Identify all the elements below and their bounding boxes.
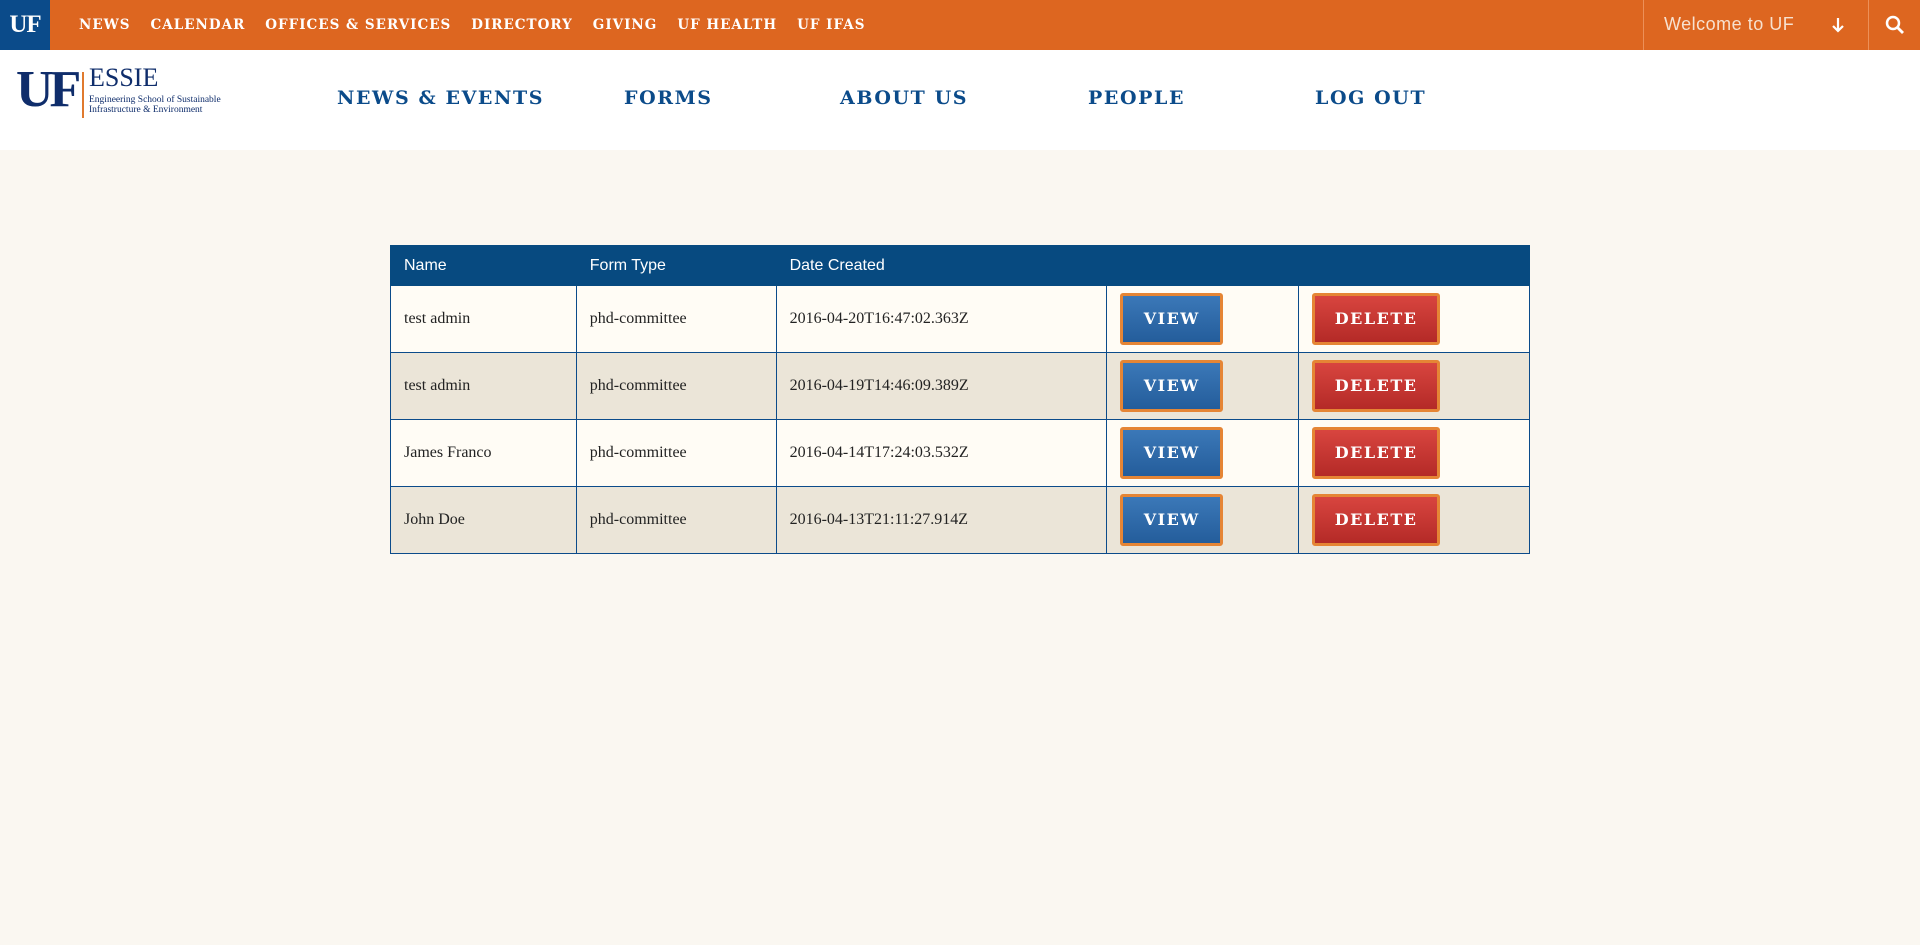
nav-log-out[interactable]: LOG OUT bbox=[1315, 87, 1426, 109]
cell-view: VIEW bbox=[1106, 352, 1300, 420]
delete-button[interactable]: DELETE bbox=[1312, 293, 1441, 345]
essie-logo[interactable]: UF ESSIE Engineering School of Sustainab… bbox=[16, 64, 226, 122]
forms-table: Name Form Type Date Created test admin p… bbox=[390, 245, 1530, 554]
cell-form-type: phd-committee bbox=[575, 486, 777, 554]
cell-delete: DELETE bbox=[1298, 419, 1530, 487]
cell-delete: DELETE bbox=[1298, 352, 1530, 420]
column-header-date-created: Date Created bbox=[775, 245, 1108, 286]
cell-view: VIEW bbox=[1106, 419, 1300, 487]
column-header-form-type: Form Type bbox=[575, 245, 777, 286]
view-button[interactable]: VIEW bbox=[1120, 360, 1224, 412]
top-nav-news[interactable]: NEWS bbox=[79, 17, 131, 33]
cell-name: James Franco bbox=[390, 419, 577, 487]
table-row: test admin phd-committee 2016-04-20T16:4… bbox=[390, 285, 1530, 353]
search-button[interactable] bbox=[1870, 0, 1920, 50]
cell-name: test admin bbox=[390, 285, 577, 353]
logo-subtitle: Engineering School of Sustainable Infras… bbox=[89, 95, 221, 115]
column-header-name: Name bbox=[390, 245, 577, 286]
nav-people[interactable]: PEOPLE bbox=[1088, 87, 1185, 109]
table-row: James Franco phd-committee 2016-04-14T17… bbox=[390, 419, 1530, 487]
column-header-delete bbox=[1298, 245, 1530, 286]
top-nav: NEWS CALENDAR OFFICES & SERVICES DIRECTO… bbox=[79, 0, 885, 50]
nav-forms[interactable]: FORMS bbox=[624, 87, 713, 109]
cell-delete: DELETE bbox=[1298, 486, 1530, 554]
cell-date-created: 2016-04-13T21:11:27.914Z bbox=[775, 486, 1108, 554]
top-nav-uf-ifas[interactable]: UF IFAS bbox=[797, 17, 865, 33]
top-nav-directory[interactable]: DIRECTORY bbox=[471, 17, 573, 33]
nav-news-events[interactable]: NEWS & EVENTS bbox=[337, 87, 544, 109]
site-header: UF ESSIE Engineering School of Sustainab… bbox=[0, 50, 1920, 150]
table-row: test admin phd-committee 2016-04-19T14:4… bbox=[390, 352, 1530, 420]
cell-date-created: 2016-04-20T16:47:02.363Z bbox=[775, 285, 1108, 353]
cell-form-type: phd-committee bbox=[575, 285, 777, 353]
top-nav-uf-health[interactable]: UF HEALTH bbox=[677, 17, 777, 33]
cell-name: John Doe bbox=[390, 486, 577, 554]
delete-button[interactable]: DELETE bbox=[1312, 494, 1441, 546]
cell-name: test admin bbox=[390, 352, 577, 420]
delete-button[interactable]: DELETE bbox=[1312, 360, 1441, 412]
welcome-label: Welcome to UF bbox=[1664, 14, 1795, 34]
cell-date-created: 2016-04-19T14:46:09.389Z bbox=[775, 352, 1108, 420]
top-nav-offices-services[interactable]: OFFICES & SERVICES bbox=[265, 17, 451, 33]
top-nav-giving[interactable]: GIVING bbox=[593, 17, 658, 33]
logo-subtitle-line2: Infrastructure & Environment bbox=[89, 105, 203, 115]
top-bar: UF NEWS CALENDAR OFFICES & SERVICES DIRE… bbox=[0, 0, 1920, 50]
column-header-view bbox=[1106, 245, 1300, 286]
cell-form-type: phd-committee bbox=[575, 419, 777, 487]
search-icon bbox=[1885, 15, 1904, 34]
cell-view: VIEW bbox=[1106, 486, 1300, 554]
cell-delete: DELETE bbox=[1298, 285, 1530, 353]
view-button[interactable]: VIEW bbox=[1120, 293, 1224, 345]
cell-form-type: phd-committee bbox=[575, 352, 777, 420]
logo-name: ESSIE bbox=[89, 63, 159, 92]
welcome-dropdown[interactable]: Welcome to UF bbox=[1643, 0, 1869, 50]
uf-badge-link[interactable]: UF bbox=[0, 0, 50, 50]
view-button[interactable]: VIEW bbox=[1120, 427, 1224, 479]
nav-about-us[interactable]: ABOUT US bbox=[840, 87, 968, 109]
delete-button[interactable]: DELETE bbox=[1312, 427, 1441, 479]
logo-subtitle-line1: Engineering School of Sustainable bbox=[89, 95, 221, 105]
logo-divider bbox=[82, 72, 84, 118]
view-button[interactable]: VIEW bbox=[1120, 494, 1224, 546]
table-header-row: Name Form Type Date Created bbox=[390, 245, 1530, 286]
table-row: John Doe phd-committee 2016-04-13T21:11:… bbox=[390, 486, 1530, 554]
uf-logo-mark: UF bbox=[16, 61, 81, 118]
top-nav-calendar[interactable]: CALENDAR bbox=[151, 17, 246, 33]
cell-view: VIEW bbox=[1106, 285, 1300, 353]
arrow-down-icon bbox=[1832, 18, 1844, 33]
cell-date-created: 2016-04-14T17:24:03.532Z bbox=[775, 419, 1108, 487]
